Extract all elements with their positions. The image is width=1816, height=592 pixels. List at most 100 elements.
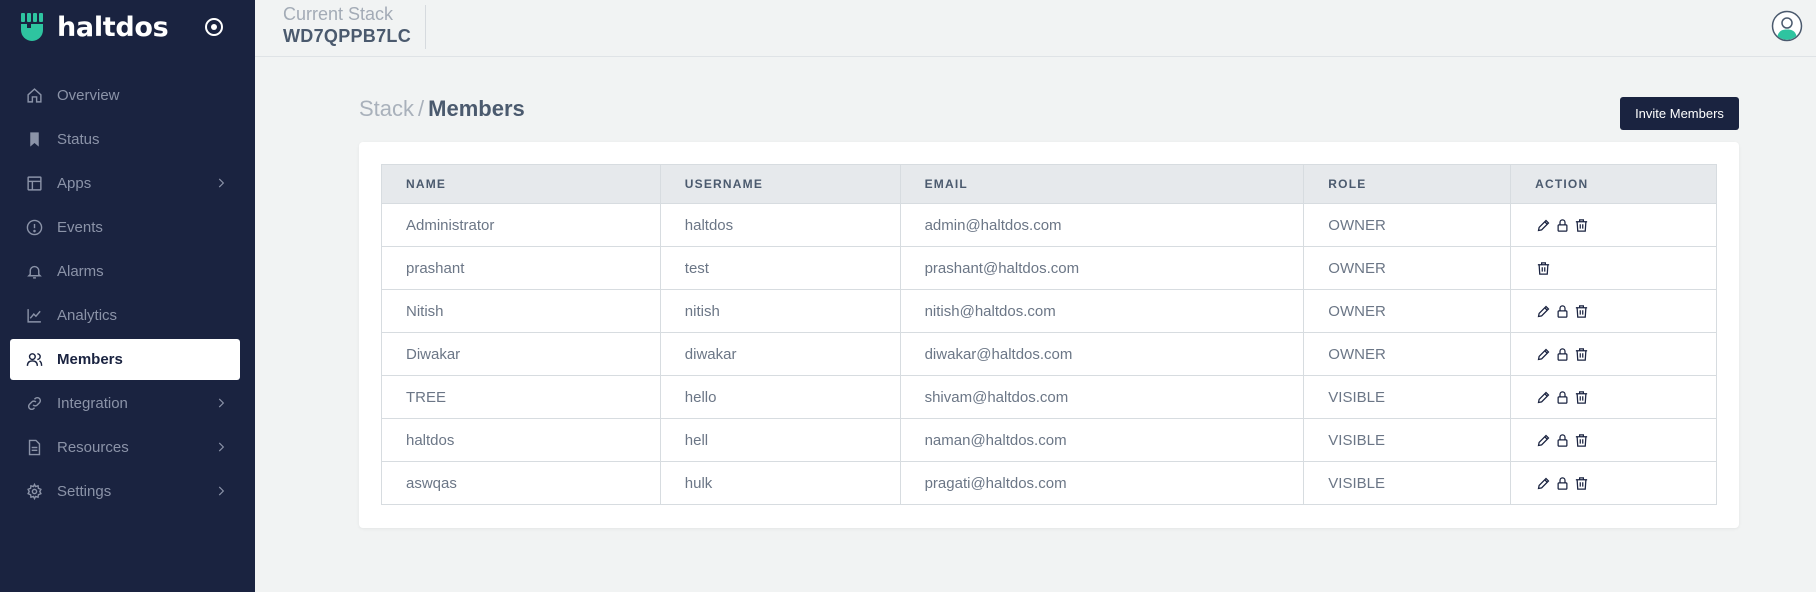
- target-circle-icon: [205, 18, 223, 36]
- sidebar-item-label: Alarms: [57, 263, 104, 280]
- column-header-action: ACTION: [1510, 164, 1717, 204]
- sidebar-item-apps[interactable]: Apps: [10, 163, 240, 204]
- lock-icon[interactable]: [1554, 303, 1570, 319]
- lock-icon[interactable]: [1554, 475, 1570, 491]
- sidebar-toggle-button[interactable]: [202, 15, 226, 39]
- cell-username: haltdos: [659, 203, 901, 247]
- sidebar-item-label: Overview: [57, 87, 120, 104]
- chevron-right-icon: [214, 396, 228, 410]
- column-header-email: EMAIL: [899, 164, 1305, 204]
- topbar-divider: [425, 5, 426, 49]
- trash-icon[interactable]: [1573, 346, 1589, 362]
- trash-icon[interactable]: [1535, 260, 1551, 276]
- sidebar-item-alarms[interactable]: Alarms: [10, 251, 240, 292]
- lock-icon[interactable]: [1554, 346, 1570, 362]
- cell-name: Diwakar: [381, 332, 661, 376]
- cell-email: nitish@haltdos.com: [899, 289, 1305, 333]
- lock-icon[interactable]: [1554, 217, 1570, 233]
- members-table: NAME USERNAME EMAIL ROLE ACTION Administ…: [381, 164, 1717, 505]
- lock-icon[interactable]: [1554, 389, 1570, 405]
- trash-icon[interactable]: [1573, 389, 1589, 405]
- cell-role: OWNER: [1303, 246, 1512, 290]
- trash-icon[interactable]: [1573, 475, 1589, 491]
- brand-logo[interactable]: haltdos: [20, 11, 169, 43]
- pencil-icon[interactable]: [1535, 389, 1551, 405]
- table-row: Diwakar diwakar diwakar@haltdos.com OWNER: [381, 332, 1717, 376]
- home-icon: [25, 87, 43, 105]
- chevron-right-icon: [214, 440, 228, 454]
- sidebar-item-label: Settings: [57, 483, 112, 500]
- brand-name: haltdos: [57, 11, 169, 43]
- pencil-icon[interactable]: [1535, 217, 1551, 233]
- table-row: TREE hello shivam@haltdos.com VISIBLE: [381, 375, 1717, 419]
- cell-name: aswqas: [381, 461, 661, 505]
- trash-icon[interactable]: [1573, 217, 1589, 233]
- row-actions: [1535, 432, 1716, 448]
- breadcrumb-parent[interactable]: Stack: [359, 96, 414, 121]
- cell-username: hello: [659, 375, 901, 419]
- line-chart-icon: [25, 307, 43, 325]
- cell-name: haltdos: [381, 418, 661, 462]
- invite-members-button[interactable]: Invite Members: [1620, 97, 1739, 130]
- cell-email: shivam@haltdos.com: [899, 375, 1305, 419]
- sidebar-item-overview[interactable]: Overview: [10, 75, 240, 116]
- sidebar-item-status[interactable]: Status: [10, 119, 240, 160]
- sidebar-item-label: Members: [57, 351, 123, 368]
- cell-email: naman@haltdos.com: [899, 418, 1305, 462]
- trash-icon[interactable]: [1573, 432, 1589, 448]
- sidebar-item-label: Apps: [57, 175, 92, 192]
- users-icon: [25, 351, 43, 369]
- sidebar-item-analytics[interactable]: Analytics: [10, 295, 240, 336]
- sidebar-item-members[interactable]: Members: [10, 339, 240, 380]
- sidebar-item-settings[interactable]: Settings: [10, 471, 240, 512]
- haltdos-logo-icon: [20, 12, 48, 42]
- cell-action: [1510, 332, 1717, 376]
- cell-role: VISIBLE: [1303, 461, 1512, 505]
- cell-role: OWNER: [1303, 332, 1512, 376]
- pencil-icon[interactable]: [1535, 303, 1551, 319]
- current-stack-caption: Current Stack: [283, 4, 394, 24]
- cell-role: VISIBLE: [1303, 418, 1512, 462]
- sidebar-item-events[interactable]: Events: [10, 207, 240, 248]
- row-actions: [1535, 346, 1716, 362]
- cell-name: prashant: [381, 246, 661, 290]
- table-row: haltdos hell naman@haltdos.com VISIBLE: [381, 418, 1717, 462]
- members-table-body: Administrator haltdos admin@haltdos.com OWN…: [381, 203, 1717, 505]
- column-header-username: USERNAME: [659, 164, 901, 204]
- table-header-row: NAME USERNAME EMAIL ROLE ACTION: [381, 164, 1717, 204]
- cell-name: Administrator: [381, 203, 661, 247]
- sidebar-item-label: Status: [57, 131, 100, 148]
- current-stack-id[interactable]: WD7QPPB7LC: [283, 26, 411, 47]
- cell-username: hell: [659, 418, 901, 462]
- chevron-right-icon: [214, 176, 228, 190]
- pencil-icon[interactable]: [1535, 475, 1551, 491]
- gear-icon: [25, 483, 43, 501]
- sidebar-item-label: Resources: [57, 439, 129, 456]
- cell-username: hulk: [659, 461, 901, 505]
- user-avatar-icon[interactable]: [1771, 10, 1803, 42]
- pencil-icon[interactable]: [1535, 432, 1551, 448]
- row-actions: [1535, 389, 1716, 405]
- cell-action: [1510, 461, 1717, 505]
- sidebar-item-integration[interactable]: Integration: [10, 383, 240, 424]
- pencil-icon[interactable]: [1535, 346, 1551, 362]
- row-actions: [1535, 303, 1716, 319]
- sidebar: haltdos Overview Status Apps Events Alar…: [0, 0, 255, 592]
- file-icon: [25, 439, 43, 457]
- sidebar-item-label: Integration: [57, 395, 128, 412]
- row-actions: [1535, 217, 1716, 233]
- lock-icon[interactable]: [1554, 432, 1570, 448]
- table-row: prashant test prashant@haltdos.com OWNER: [381, 246, 1717, 290]
- cell-username: test: [659, 246, 901, 290]
- table-row: Nitish nitish nitish@haltdos.com OWNER: [381, 289, 1717, 333]
- cell-action: [1510, 203, 1717, 247]
- sidebar-item-label: Analytics: [57, 307, 118, 324]
- cell-name: Nitish: [381, 289, 661, 333]
- sidebar-item-resources[interactable]: Resources: [10, 427, 240, 468]
- row-actions: [1535, 260, 1716, 276]
- bookmark-icon: [25, 131, 43, 149]
- trash-icon[interactable]: [1573, 303, 1589, 319]
- cell-action: [1510, 375, 1717, 419]
- cell-role: OWNER: [1303, 289, 1512, 333]
- column-header-name: NAME: [381, 164, 661, 204]
